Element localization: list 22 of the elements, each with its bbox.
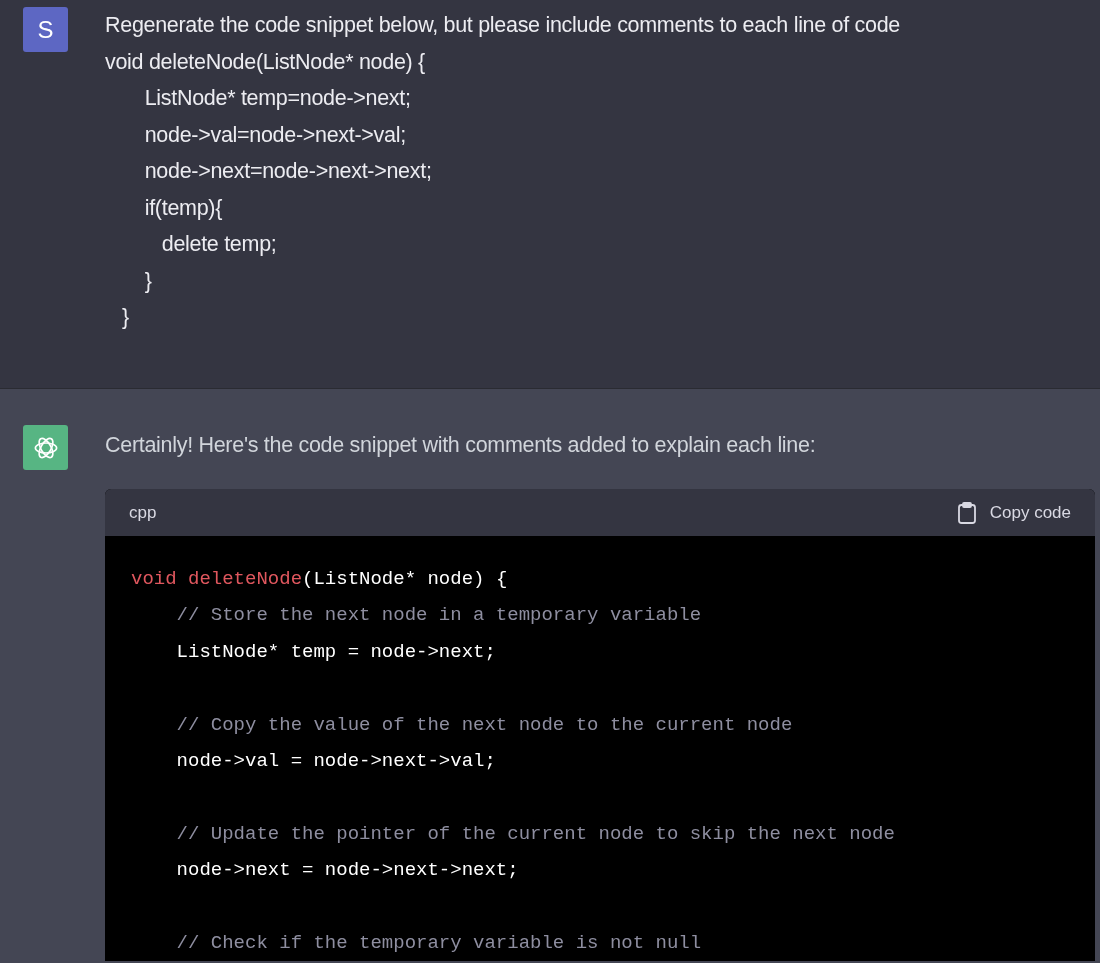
message-line: node->val=node->next->val;	[143, 121, 407, 149]
message-text: Certainly! Here's the code snippet with comments added to explain each line:	[105, 432, 817, 459]
copy-code-button[interactable]: Copy code	[956, 497, 1071, 528]
code-line: // Store the next node in a temporary variable	[175, 603, 703, 629]
message-line: void deleteNode(ListNode* node) {	[105, 48, 426, 76]
user-avatar: S	[23, 7, 68, 52]
code-line: // Update the pointer of the current node to skip the next node	[175, 821, 896, 847]
message-line: ListNode* temp=node->next;	[143, 85, 412, 112]
message-line: Regenerate the code snippet below, but please include comments to each line of code	[105, 12, 902, 39]
code-line: // Copy the value of the next node to the current node	[175, 712, 794, 738]
message-line: }	[143, 267, 153, 295]
code-line: node->next = node->next->next;	[175, 858, 520, 884]
clipboard-icon	[956, 501, 977, 524]
code-line: // Check if the temporary variable is not null	[175, 930, 703, 956]
message-line: delete temp;	[160, 231, 278, 258]
message-line: }	[121, 304, 130, 331]
code-line: ListNode* temp = node->next;	[175, 639, 497, 665]
code-line: void deleteNode(ListNode* node) {	[131, 567, 509, 592]
code-line: node->val = node->next->val;	[175, 748, 497, 774]
code-language: cpp	[129, 502, 157, 523]
message-line: if(temp){	[143, 194, 224, 222]
message-line: node->next=node->next->next;	[143, 158, 433, 185]
